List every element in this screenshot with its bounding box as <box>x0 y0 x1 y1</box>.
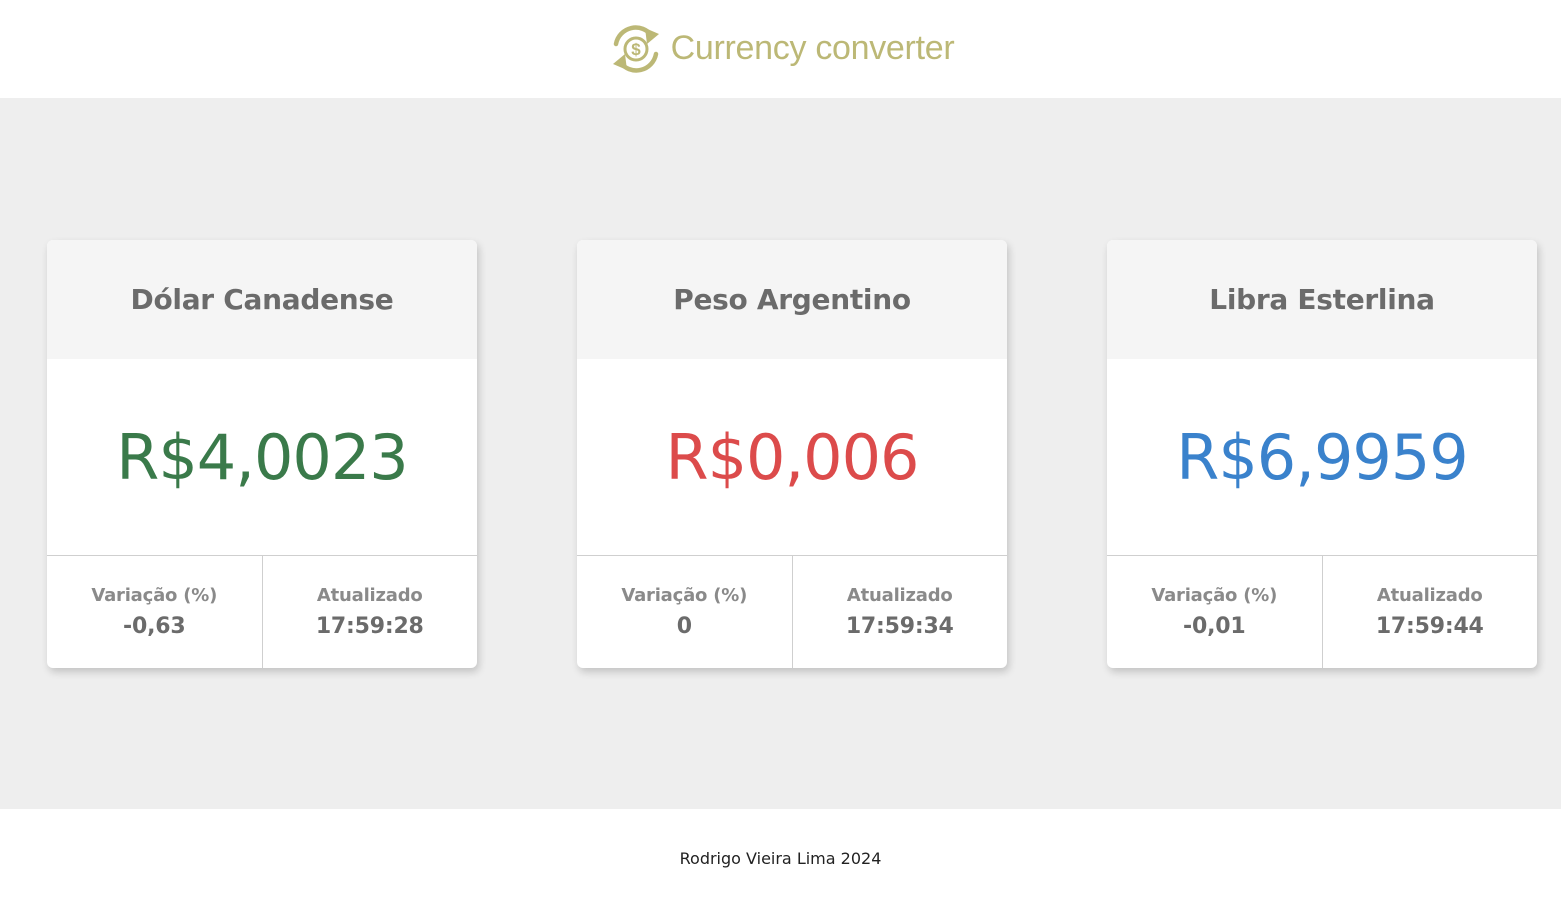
card-title: Libra Esterlina <box>1209 283 1435 316</box>
page-footer: Rodrigo Vieira Lima 2024 <box>0 809 1561 909</box>
card-header: Libra Esterlina <box>1107 240 1537 359</box>
exchange-rate-value: R$0,006 <box>665 420 919 494</box>
updated-label: Atualizado <box>1376 585 1483 606</box>
variation-value: -0,63 <box>123 614 186 639</box>
updated-value: 17:59:28 <box>315 614 424 639</box>
updated-label: Atualizado <box>316 585 423 606</box>
card-footer: Variação (%) -0,63 Atualizado 17:59:28 <box>47 556 477 668</box>
currency-card-gbp: Libra Esterlina R$6,9959 Variação (%) -0… <box>1107 240 1537 668</box>
card-title: Dólar Canadense <box>130 283 394 316</box>
variation-stat: Variação (%) -0,01 <box>1107 556 1322 668</box>
variation-stat: Variação (%) -0,63 <box>47 556 262 668</box>
variation-label: Variação (%) <box>1151 585 1278 606</box>
svg-text:$: $ <box>631 40 641 59</box>
app-title: Currency converter <box>670 28 955 67</box>
updated-value: 17:59:34 <box>845 614 954 639</box>
card-header: Dólar Canadense <box>47 240 477 359</box>
card-body: R$6,9959 <box>1107 359 1537 556</box>
card-header: Peso Argentino <box>577 240 1007 359</box>
currency-card-cad: Dólar Canadense R$4,0023 Variação (%) -0… <box>47 240 477 668</box>
variation-label: Variação (%) <box>621 585 748 606</box>
variation-value: 0 <box>676 614 692 639</box>
updated-stat: Atualizado 17:59:28 <box>261 556 478 668</box>
variation-stat: Variação (%) 0 <box>577 556 792 668</box>
card-body: R$0,006 <box>577 359 1007 556</box>
footer-credit: Rodrigo Vieira Lima 2024 <box>679 848 882 868</box>
updated-value: 17:59:44 <box>1375 614 1484 639</box>
variation-label: Variação (%) <box>91 585 218 606</box>
page-header: $ Currency converter <box>0 0 1561 98</box>
exchange-rate-value: R$4,0023 <box>116 420 408 494</box>
cards-area: Dólar Canadense R$4,0023 Variação (%) -0… <box>0 98 1561 809</box>
variation-value: -0,01 <box>1183 614 1246 639</box>
card-footer: Variação (%) -0,01 Atualizado 17:59:44 <box>1107 556 1537 668</box>
card-title: Peso Argentino <box>673 283 911 316</box>
logo: $ Currency converter <box>607 24 955 74</box>
currency-card-ars: Peso Argentino R$0,006 Variação (%) 0 At… <box>577 240 1007 668</box>
currency-exchange-icon: $ <box>612 25 659 73</box>
card-footer: Variação (%) 0 Atualizado 17:59:34 <box>577 556 1007 668</box>
updated-label: Atualizado <box>846 585 953 606</box>
card-body: R$4,0023 <box>47 359 477 556</box>
updated-stat: Atualizado 17:59:34 <box>791 556 1008 668</box>
updated-stat: Atualizado 17:59:44 <box>1321 556 1538 668</box>
exchange-rate-value: R$6,9959 <box>1176 420 1468 494</box>
